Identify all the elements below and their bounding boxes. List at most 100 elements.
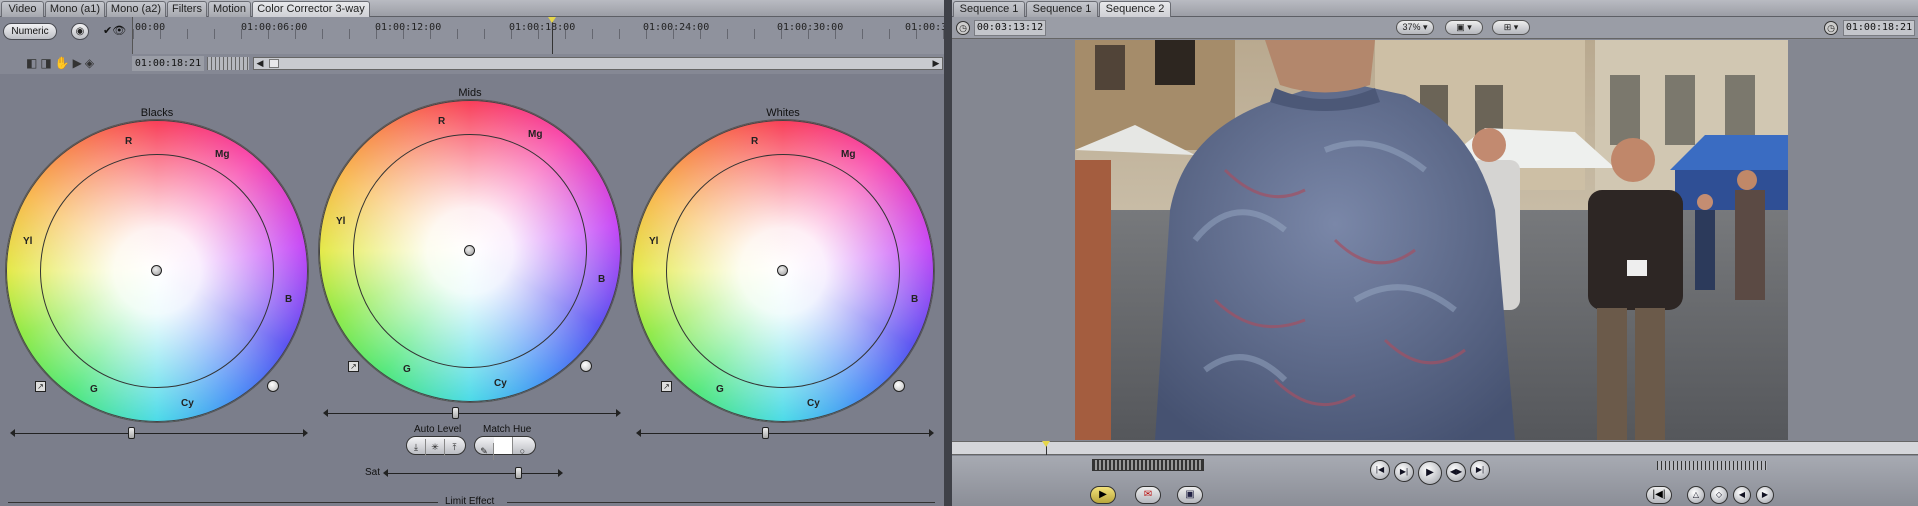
video-frame[interactable] bbox=[1075, 40, 1788, 440]
replace-edit-icon[interactable]: ▣ bbox=[1177, 486, 1203, 504]
visual-mode-icon[interactable]: ◉ bbox=[71, 23, 89, 40]
tab-filters[interactable]: Filters bbox=[167, 1, 207, 17]
match-frame-icon[interactable]: |◀| bbox=[1646, 486, 1672, 504]
tab-mono-a1[interactable]: Mono (a1) bbox=[45, 1, 105, 17]
zoom-popup[interactable]: 37% ▾ bbox=[1396, 20, 1434, 35]
limit-effect-line-left bbox=[8, 502, 438, 503]
match-color-swatch[interactable] bbox=[494, 437, 513, 454]
duration-timecode[interactable]: 00:03:13:12 bbox=[974, 20, 1046, 36]
blacks-reset-button[interactable] bbox=[267, 380, 279, 392]
auto-level-buttons: ⤓ ✳ ⤒ bbox=[406, 436, 466, 456]
tab-sequence-1[interactable]: Sequence 1 bbox=[953, 1, 1025, 17]
whites-reset-button[interactable] bbox=[893, 380, 905, 392]
tab-video[interactable]: Video bbox=[1, 1, 44, 17]
zoom-value: 37% bbox=[1402, 22, 1421, 32]
shuttle-control[interactable] bbox=[1092, 459, 1204, 471]
mark-out-icon[interactable]: ▶ bbox=[1756, 486, 1774, 504]
ruler-playhead[interactable] bbox=[548, 17, 556, 54]
blacks-label-yl: Yl bbox=[23, 236, 33, 247]
saturation-slider-knob[interactable] bbox=[515, 467, 522, 479]
keyframe-ruler[interactable]: 00:00 01:00:06:00 01:00:12:00 01:00:18:0… bbox=[132, 17, 944, 54]
mark-in-icon[interactable]: ◀ bbox=[1733, 486, 1751, 504]
filter-editor-panel: Video Mono (a1) Mono (a2) Filters Motion… bbox=[0, 0, 944, 506]
limit-effect-line-right bbox=[507, 502, 935, 503]
ruler-timecode-3: 01:00:18:00 bbox=[509, 22, 576, 33]
mids-label-g: G bbox=[403, 364, 411, 375]
filter-tool-icons[interactable]: ◧◨✋▶◈ bbox=[26, 56, 97, 70]
mids-balance-control[interactable] bbox=[464, 245, 475, 256]
canvas-panel: Sequence 1 Sequence 1 Sequence 2 ◷ 00:03… bbox=[952, 0, 1918, 506]
canvas-playhead[interactable] bbox=[1042, 441, 1050, 455]
saturation-slider[interactable] bbox=[383, 467, 563, 479]
mids-reset-button[interactable] bbox=[580, 360, 592, 372]
whites-label-mg: Mg bbox=[841, 149, 856, 160]
whites-select-auto-balance-icon[interactable]: ↗ bbox=[661, 381, 672, 392]
viewer-tab-bar: Video Mono (a1) Mono (a2) Filters Motion… bbox=[0, 0, 944, 17]
view-popup-icon[interactable]: ▣ ▾ bbox=[1445, 20, 1483, 35]
scroll-thumb[interactable] bbox=[269, 59, 279, 68]
ruler-timecode-6: 01:00:3 bbox=[905, 22, 944, 33]
auto-contrast-icon[interactable]: ✳ bbox=[426, 439, 445, 456]
overwrite-edit-icon[interactable]: ✉ bbox=[1135, 486, 1161, 504]
go-to-next-edit-icon[interactable]: ▶| bbox=[1470, 460, 1490, 480]
blacks-slider-knob[interactable] bbox=[128, 427, 135, 439]
ruler-timecode-2: 01:00:12:00 bbox=[375, 22, 442, 33]
current-timecode[interactable]: 01:00:18:21 bbox=[1843, 20, 1915, 36]
tab-sequence-2[interactable]: Sequence 2 bbox=[1099, 1, 1171, 17]
play-around-current-icon[interactable]: ◀▶ bbox=[1446, 462, 1466, 482]
tab-sequence-1-b[interactable]: Sequence 1 bbox=[1026, 1, 1098, 17]
ruler-timecode-5: 01:00:30:00 bbox=[777, 22, 844, 33]
whites-label-cy: Cy bbox=[807, 398, 820, 409]
limit-effect-label[interactable]: Limit Effect bbox=[445, 496, 494, 506]
play-button[interactable]: ▶ bbox=[1418, 461, 1442, 485]
whites-slider-knob[interactable] bbox=[762, 427, 769, 439]
mids-color-wheel[interactable]: R Mg Yl B G Cy bbox=[319, 100, 621, 402]
play-in-to-out-icon[interactable]: ▶| bbox=[1394, 462, 1414, 482]
whites-label-g: G bbox=[716, 384, 724, 395]
blacks-label-g: G bbox=[90, 384, 98, 395]
tab-motion[interactable]: Motion bbox=[208, 1, 251, 17]
blacks-title: Blacks bbox=[140, 107, 174, 119]
ruler-timecode-1: 01:00:06:00 bbox=[241, 22, 308, 33]
blacks-select-auto-balance-icon[interactable]: ↗ bbox=[35, 381, 46, 392]
canvas-scrubber-bar[interactable] bbox=[952, 441, 1918, 455]
whites-label-r: R bbox=[751, 136, 759, 147]
zoom-slider[interactable] bbox=[207, 57, 249, 70]
overlay-popup-icon[interactable]: ⊞ ▾ bbox=[1492, 20, 1530, 35]
eyedropper-icon[interactable]: ✎ bbox=[475, 443, 494, 460]
numeric-button[interactable]: Numeric bbox=[3, 23, 57, 40]
current-timecode-field[interactable]: 01:00:18:21 bbox=[132, 56, 204, 71]
canvas-toolbar: ◷ 00:03:13:12 37% ▾ ▣ ▾ ⊞ ▾ ◷ 01:00:18:2… bbox=[952, 17, 1918, 39]
whites-color-wheel[interactable]: R Mg Yl B G Cy bbox=[632, 120, 934, 422]
mids-slider[interactable] bbox=[323, 407, 621, 419]
blacks-slider[interactable] bbox=[10, 427, 308, 439]
match-hue-reset-icon[interactable]: ○ bbox=[513, 443, 532, 460]
timecode-clock-icon: ◷ bbox=[1824, 21, 1838, 35]
auto-black-level-icon[interactable]: ⤓ bbox=[407, 439, 426, 456]
jog-control[interactable] bbox=[1657, 461, 1767, 470]
go-to-previous-edit-icon[interactable]: |◀ bbox=[1370, 460, 1390, 480]
pane-divider[interactable] bbox=[944, 0, 952, 506]
mark-clip-icon[interactable]: △ bbox=[1687, 486, 1705, 504]
scroll-left-icon[interactable]: ◀ bbox=[254, 58, 266, 69]
timeline-scrollbar[interactable]: ◀ ▶ bbox=[253, 57, 943, 70]
add-keyframe-icon[interactable]: ◇ bbox=[1710, 486, 1728, 504]
enable-eye-icon[interactable]: ✔👁 bbox=[103, 24, 126, 37]
mids-select-auto-balance-icon[interactable]: ↗ bbox=[348, 361, 359, 372]
mids-slider-knob[interactable] bbox=[452, 407, 459, 419]
whites-slider[interactable] bbox=[636, 427, 934, 439]
blacks-balance-control[interactable] bbox=[151, 265, 162, 276]
insert-edit-icon[interactable]: ▶ bbox=[1090, 486, 1116, 504]
canvas-tab-bar: Sequence 1 Sequence 1 Sequence 2 bbox=[952, 0, 1918, 17]
limit-effect-section[interactable]: Limit Effect bbox=[0, 496, 944, 506]
scroll-right-icon[interactable]: ▶ bbox=[930, 58, 942, 69]
tab-mono-a2[interactable]: Mono (a2) bbox=[106, 1, 166, 17]
tab-color-corrector-3way[interactable]: Color Corrector 3-way bbox=[252, 1, 370, 17]
auto-white-level-icon[interactable]: ⤒ bbox=[445, 439, 464, 456]
whites-balance-control[interactable] bbox=[777, 265, 788, 276]
whites-label-b: B bbox=[911, 294, 919, 305]
blacks-label-r: R bbox=[125, 136, 133, 147]
app-window: Video Mono (a1) Mono (a2) Filters Motion… bbox=[0, 0, 1918, 506]
mids-label-r: R bbox=[438, 116, 446, 127]
blacks-color-wheel[interactable]: R Mg Yl B G Cy bbox=[6, 120, 308, 422]
